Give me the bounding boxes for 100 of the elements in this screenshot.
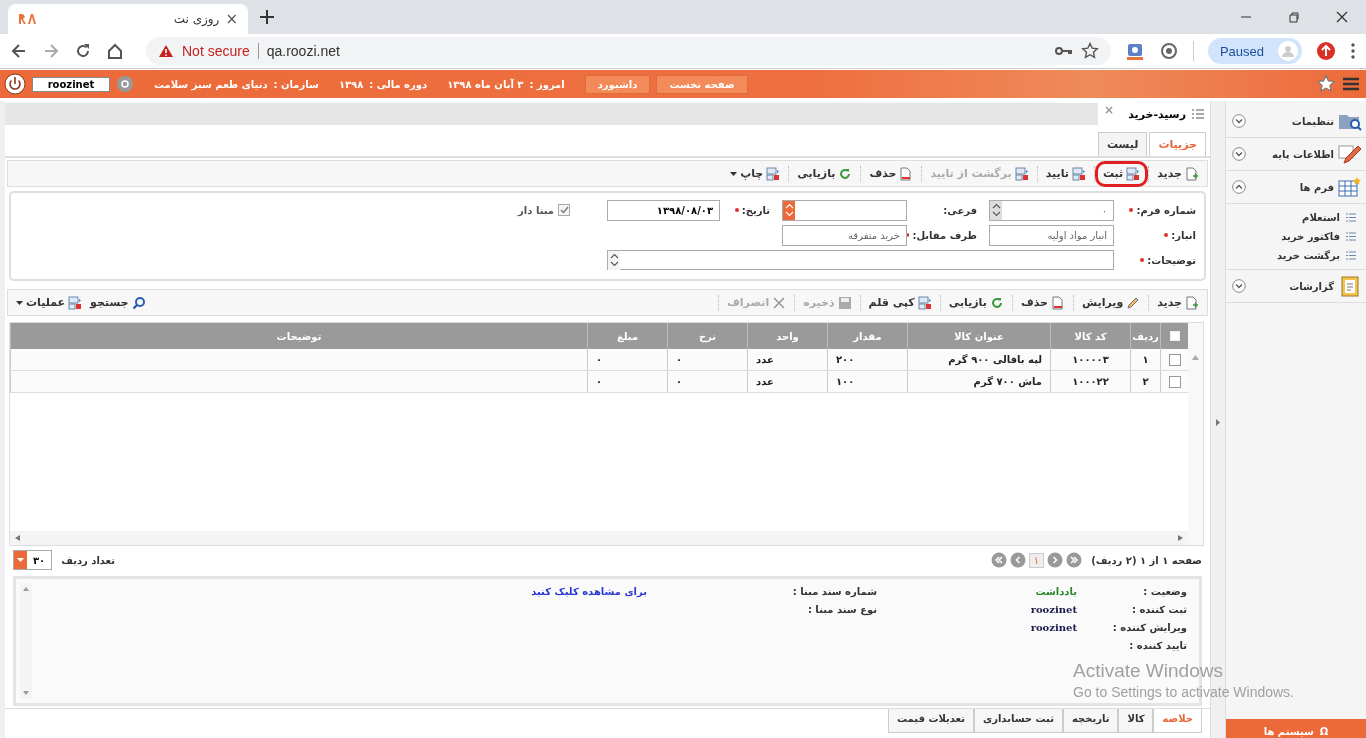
extension-icon[interactable] (1124, 41, 1145, 61)
toolbar-button[interactable]: حذف (1016, 293, 1069, 312)
pencil-icon (1126, 295, 1141, 310)
toolbar-button[interactable]: جستجو (86, 293, 150, 312)
sidebar-subitem[interactable]: استعلام (1226, 208, 1366, 227)
scroll-left-icon[interactable] (14, 535, 20, 541)
panel-tab[interactable]: تاریخچه (1062, 709, 1119, 733)
menu-icon[interactable] (1342, 76, 1360, 92)
collapse-arrow-icon[interactable] (1216, 418, 1220, 426)
view-link[interactable]: برای مشاهده کلیک کنید (531, 586, 757, 597)
input-field[interactable]: ۰ (989, 199, 1114, 221)
toolbar-button[interactable]: بازیابی (793, 164, 857, 183)
scrollbar[interactable] (1188, 323, 1203, 545)
spinner-icon[interactable] (783, 200, 795, 220)
view-tab[interactable]: لیست (1097, 132, 1148, 156)
previous-page-icon[interactable] (1047, 552, 1064, 568)
forward-icon[interactable] (42, 42, 60, 60)
scroll-right-icon[interactable] (1178, 535, 1184, 541)
sidebar-item[interactable]: تنظیمات (1226, 105, 1366, 138)
activation-notice-text: Go to Settings to activate Windows. (1073, 684, 1294, 700)
sidebar-item[interactable]: اطلاعات پایه (1226, 138, 1366, 171)
list-icon (1346, 232, 1356, 241)
form-icon (1014, 166, 1029, 181)
row-checkbox[interactable] (1168, 375, 1181, 388)
close-icon[interactable] (1335, 10, 1349, 24)
update-icon[interactable] (1316, 41, 1336, 61)
input-field[interactable]: خرید متفرقه (782, 224, 907, 246)
form-icon (1071, 166, 1086, 181)
input-field[interactable]: انبار مواد اولیه (989, 224, 1114, 246)
toolbar-button[interactable]: تایید (1041, 164, 1090, 183)
close-tab-button[interactable]: × (225, 10, 238, 28)
bookmark-star-icon[interactable] (1080, 42, 1099, 60)
caret-icon (16, 300, 23, 305)
field-label: انبار: (1171, 229, 1196, 241)
detail-label: ویرایش کننده : (1111, 622, 1187, 633)
menu-dots-icon[interactable] (1350, 42, 1356, 60)
checkmark-icon (559, 206, 569, 214)
extension-icon[interactable] (1158, 41, 1179, 61)
description-field[interactable] (607, 250, 1114, 270)
address-field[interactable]: Not secure qa.roozi.net (146, 37, 1111, 65)
input-field[interactable] (782, 199, 907, 221)
reload-icon[interactable] (74, 42, 92, 60)
table-cell: ۰ (676, 354, 683, 365)
user-field[interactable]: roozinet (32, 76, 110, 92)
table-star-icon (1338, 176, 1362, 198)
spinner-icon[interactable] (608, 250, 620, 270)
form-icon (917, 295, 932, 310)
rows-per-page-select[interactable]: ۳۰ (13, 550, 53, 570)
field-label: تاریخ: (741, 204, 770, 216)
scroll-up-icon[interactable] (1192, 355, 1199, 360)
sidebar-item[interactable]: گزارشات (1226, 270, 1366, 303)
back-icon[interactable] (10, 42, 28, 60)
toolbar-button[interactable]: جدید (1153, 293, 1203, 312)
home-icon[interactable] (106, 42, 124, 60)
cross-icon (772, 295, 787, 310)
sidebar-subitem[interactable]: فاکتور خرید (1226, 227, 1366, 246)
last-page-icon[interactable] (990, 552, 1007, 568)
toolbar-button[interactable]: کپی قلم (864, 293, 936, 312)
table-cell: عدد (756, 354, 774, 365)
star-icon[interactable] (1316, 74, 1336, 94)
table-cell: ۱ (1142, 354, 1149, 365)
toolbar-button[interactable]: چاپ (726, 164, 785, 183)
toolbar-button[interactable]: جدید (1153, 164, 1203, 183)
toolbar-button[interactable]: حذف (865, 164, 918, 183)
browser-tab[interactable]: روزی نت × (8, 4, 248, 34)
profile-button[interactable]: Paused (1207, 38, 1302, 64)
key-icon[interactable] (1054, 45, 1073, 57)
toolbar-button[interactable]: ثبت (1098, 164, 1145, 183)
sidebar-subitem[interactable]: برگشت خرید (1226, 246, 1366, 265)
power-icon[interactable] (4, 73, 26, 95)
document-tab[interactable]: رسید-خرید × (1098, 103, 1210, 125)
refresh-icon (838, 166, 853, 181)
scrollbar[interactable] (20, 583, 32, 699)
scroll-down-icon[interactable] (23, 691, 29, 695)
detail-label: وضعیت : (1142, 586, 1187, 597)
list-icon (1346, 213, 1356, 222)
spinner-icon[interactable] (990, 200, 1002, 220)
restore-icon[interactable] (1287, 10, 1301, 24)
select-all-checkbox[interactable] (1169, 331, 1180, 341)
pencil-icon (1338, 143, 1362, 165)
panel-tab[interactable]: تعدیلات قیمت (888, 709, 974, 733)
form-icon (68, 295, 83, 310)
date-field[interactable]: ۱۳۹۸/۰۸/۰۳ (607, 199, 720, 221)
sidebar-item[interactable]: فرم ها (1226, 171, 1366, 204)
toolbar-button[interactable]: بازیابی (944, 293, 1008, 312)
gear-icon[interactable] (116, 75, 134, 93)
checkbox[interactable]: مبنا دار (17, 204, 582, 216)
next-page-icon[interactable] (1009, 552, 1026, 568)
panel-tab[interactable]: کالا (1118, 709, 1154, 733)
first-page-icon[interactable] (1066, 552, 1083, 568)
panel-tab[interactable]: ثبت حسابداری (974, 709, 1063, 733)
toolbar-button[interactable]: عملیات (12, 293, 87, 312)
table-cell: لپه باقالی ۹۰۰ گرم (948, 354, 1042, 365)
detail-label: ثبت کننده : (1130, 604, 1187, 615)
table-cell: ۲۰۰ (836, 354, 855, 365)
scrollbar[interactable] (10, 531, 1188, 545)
row-checkbox[interactable] (1168, 353, 1181, 366)
scroll-up-icon[interactable] (23, 587, 29, 591)
table-cell: ۰ (676, 376, 683, 387)
toolbar-button[interactable]: ویرایش (1077, 293, 1145, 312)
